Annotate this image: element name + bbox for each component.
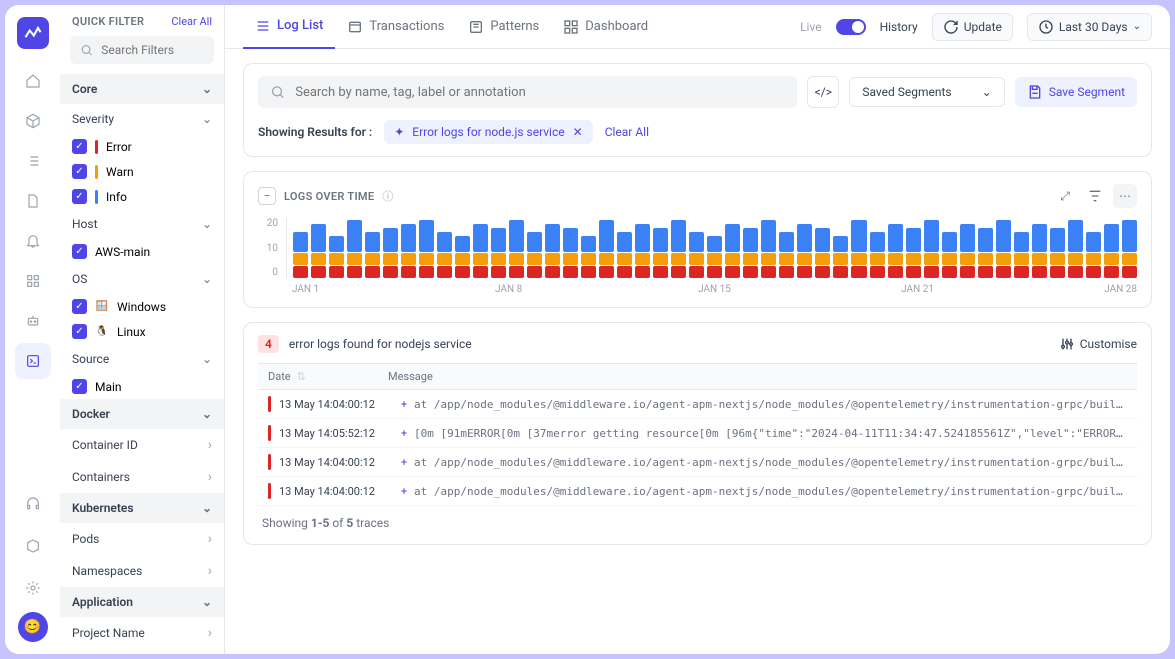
expand-icon[interactable]: ⤢ bbox=[1053, 184, 1077, 208]
nav-settings-icon[interactable] bbox=[15, 570, 51, 606]
filter-subgroup[interactable]: Project Name bbox=[60, 617, 224, 649]
main-search-input[interactable] bbox=[258, 76, 797, 108]
filter-subgroup[interactable]: Namespaces bbox=[60, 555, 224, 587]
chart-y-axis: 20100 bbox=[258, 218, 286, 278]
nav-home-icon[interactable] bbox=[15, 63, 51, 99]
icon-sidebar: 😊 bbox=[5, 5, 60, 654]
log-row[interactable]: 13 May 14:05:52:12+[0m [91mERROR[0m [37m… bbox=[258, 419, 1137, 448]
filter-checkbox[interactable]: ✓Main bbox=[60, 374, 224, 399]
nav-logs-icon[interactable] bbox=[15, 343, 51, 379]
expand-log-icon[interactable]: + bbox=[394, 427, 414, 440]
live-label: Live bbox=[800, 20, 821, 34]
subgroup-os[interactable]: OS bbox=[60, 264, 224, 294]
filter-sidebar: QUICK FILTER Clear All Core Severity ✓Er… bbox=[60, 5, 225, 654]
customise-button[interactable]: Customise bbox=[1059, 336, 1137, 352]
group-core[interactable]: Core bbox=[60, 74, 224, 104]
filter-checkbox[interactable]: ✓Error bbox=[60, 134, 224, 159]
chevron-down-icon: ⌄ bbox=[1133, 21, 1141, 32]
history-label: History bbox=[880, 20, 918, 34]
topbar: Log ListTransactionsPatternsDashboard Li… bbox=[225, 5, 1170, 49]
group-docker[interactable]: Docker bbox=[60, 399, 224, 429]
chart-x-axis: JAN 1JAN 8JAN 15JAN 21JAN 28 bbox=[292, 284, 1137, 295]
results-panel: 4 error logs found for nodejs service Cu… bbox=[243, 322, 1152, 545]
chart-title: LOGS OVER TIME bbox=[284, 190, 374, 203]
save-icon bbox=[1027, 84, 1043, 100]
search-panel: </> Saved Segments⌄ Save Segment Showing… bbox=[243, 63, 1152, 157]
subgroup-source[interactable]: Source bbox=[60, 344, 224, 374]
filter-subgroup[interactable]: Pods bbox=[60, 523, 224, 555]
search-filters-input[interactable] bbox=[70, 36, 214, 64]
filter-icon[interactable] bbox=[1083, 184, 1107, 208]
sliders-icon bbox=[1059, 336, 1075, 352]
more-icon[interactable]: ⋯ bbox=[1113, 184, 1137, 208]
expand-log-icon[interactable]: + bbox=[394, 456, 414, 469]
nav-box-icon[interactable] bbox=[15, 528, 51, 564]
date-range-button[interactable]: Last 30 Days ⌄ bbox=[1027, 13, 1152, 41]
tab-patterns[interactable]: Patterns bbox=[456, 5, 551, 49]
saved-segments-dropdown[interactable]: Saved Segments⌄ bbox=[849, 77, 1004, 107]
filter-chip[interactable]: ✦ Error logs for node.js service ✕ bbox=[384, 120, 593, 144]
th-message[interactable]: Message bbox=[388, 370, 1127, 383]
log-row[interactable]: 13 May 14:04:00:12+at /app/node_modules/… bbox=[258, 390, 1137, 419]
quick-filter-title: QUICK FILTER bbox=[72, 15, 144, 28]
filter-checkbox[interactable]: ✓🐧Linux bbox=[60, 319, 224, 344]
log-row[interactable]: 13 May 14:04:00:12+at /app/node_modules/… bbox=[258, 448, 1137, 477]
group-application[interactable]: Application bbox=[60, 587, 224, 617]
nav-list-icon[interactable] bbox=[15, 143, 51, 179]
avatar[interactable]: 😊 bbox=[18, 612, 48, 642]
sparkle-icon: ✦ bbox=[394, 125, 404, 139]
tab-transactions[interactable]: Transactions bbox=[335, 5, 456, 49]
logo[interactable] bbox=[17, 17, 49, 49]
tab-log-list[interactable]: Log List bbox=[243, 5, 335, 49]
sort-icon: ⇅ bbox=[297, 370, 306, 383]
nav-grid-icon[interactable] bbox=[15, 263, 51, 299]
results-for-label: Showing Results for : bbox=[258, 125, 372, 139]
nav-headset-icon[interactable] bbox=[15, 486, 51, 522]
filter-checkbox[interactable]: ✓🪟Windows bbox=[60, 294, 224, 319]
pager: Showing 1-5 of 5 traces bbox=[258, 506, 1137, 532]
tab-dashboard[interactable]: Dashboard bbox=[551, 5, 660, 49]
log-row[interactable]: 13 May 14:04:00:12+at /app/node_modules/… bbox=[258, 477, 1137, 506]
collapse-chart-button[interactable]: − bbox=[258, 187, 276, 205]
chart-bars bbox=[286, 218, 1137, 278]
filter-checkbox[interactable]: ✓Warn bbox=[60, 159, 224, 184]
filter-subgroup[interactable]: Containers bbox=[60, 461, 224, 493]
search-icon bbox=[80, 42, 93, 58]
subgroup-severity[interactable]: Severity bbox=[60, 104, 224, 134]
refresh-icon bbox=[943, 19, 959, 35]
th-date[interactable]: Date⇅ bbox=[268, 370, 388, 383]
nav-file-icon[interactable] bbox=[15, 183, 51, 219]
chip-remove-icon[interactable]: ✕ bbox=[573, 125, 583, 139]
results-text: error logs found for nodejs service bbox=[289, 337, 472, 351]
nav-bot-icon[interactable] bbox=[15, 303, 51, 339]
error-count-badge: 4 bbox=[258, 335, 279, 353]
expand-log-icon[interactable]: + bbox=[394, 485, 414, 498]
expand-log-icon[interactable]: + bbox=[394, 398, 414, 411]
update-button[interactable]: Update bbox=[932, 13, 1013, 41]
clear-all-filters[interactable]: Clear All bbox=[171, 15, 212, 28]
info-icon[interactable]: ⓘ bbox=[382, 188, 393, 204]
filter-checkbox[interactable]: ✓AWS-main bbox=[60, 239, 224, 264]
code-button[interactable]: </> bbox=[807, 76, 839, 108]
nav-bell-icon[interactable] bbox=[15, 223, 51, 259]
nav-cube-icon[interactable] bbox=[15, 103, 51, 139]
group-kubernetes[interactable]: Kubernetes bbox=[60, 493, 224, 523]
save-segment-button[interactable]: Save Segment bbox=[1015, 77, 1137, 107]
search-icon bbox=[270, 84, 285, 100]
chevron-down-icon: ⌄ bbox=[982, 85, 992, 99]
clear-all-link[interactable]: Clear All bbox=[605, 125, 649, 139]
chart-panel: − LOGS OVER TIME ⓘ ⤢ ⋯ 20100 JAN 1JAN 8J… bbox=[243, 171, 1152, 308]
clock-icon bbox=[1038, 19, 1054, 35]
filter-subgroup[interactable]: Container ID bbox=[60, 429, 224, 461]
live-toggle[interactable] bbox=[836, 19, 866, 35]
subgroup-host[interactable]: Host bbox=[60, 209, 224, 239]
filter-checkbox[interactable]: ✓Info bbox=[60, 184, 224, 209]
